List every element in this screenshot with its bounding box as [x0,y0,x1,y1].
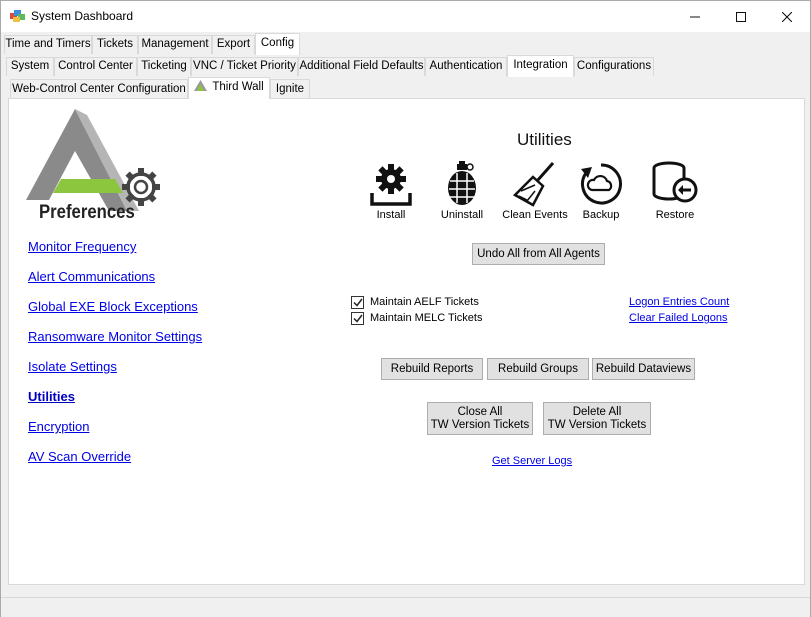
nav-encryption[interactable]: Encryption [28,419,89,434]
nav-isolate-settings[interactable]: Isolate Settings [28,359,117,374]
logon-entries-count-link[interactable]: Logon Entries Count [629,296,729,308]
tab-integration[interactable]: Integration [507,55,574,77]
tab-tickets[interactable]: Tickets [92,35,138,54]
install-tool[interactable]: Install [353,161,429,221]
tab-configurations[interactable]: Configurations [574,57,654,76]
get-server-logs-link[interactable]: Get Server Logs [492,455,572,467]
rebuild-groups-button[interactable]: Rebuild Groups [487,358,589,380]
rebuild-reports-button[interactable]: Rebuild Reports [381,358,483,380]
nav-ransomware-monitor-settings[interactable]: Ransomware Monitor Settings [28,329,202,344]
app-icon [10,10,25,22]
tab-third-wall-label: Third Wall [212,81,264,93]
restore-tool[interactable]: Restore [637,161,713,221]
tab-third-wall[interactable]: Third Wall [188,77,270,99]
checkmark-icon [352,298,363,307]
uninstall-tool[interactable]: Uninstall [424,161,500,221]
maximize-button[interactable] [718,1,764,32]
install-icon [370,164,412,206]
delete-all-label-line2: TW Version Tickets [547,418,647,431]
tab-config[interactable]: Config [255,33,300,55]
clear-failed-logons-link[interactable]: Clear Failed Logons [629,312,727,324]
nav-alert-communications[interactable]: Alert Communications [28,269,155,284]
nav-monitor-frequency[interactable]: Monitor Frequency [28,239,136,254]
gear-icon [122,168,160,206]
tab-vnc-ticket-priority[interactable]: VNC / Ticket Priority [191,57,298,76]
preferences-label: Preferences [39,202,135,223]
backup-label: Backup [582,209,620,221]
close-all-tw-tickets-button[interactable]: Close All TW Version Tickets [427,402,533,435]
delete-all-tw-tickets-button[interactable]: Delete All TW Version Tickets [543,402,651,435]
tab-web-control-center-configuration[interactable]: Web-Control Center Configuration [10,79,188,99]
close-all-label-line2: TW Version Tickets [430,418,530,431]
tab-additional-field-defaults[interactable]: Additional Field Defaults [298,57,425,76]
maintain-aelf-label: Maintain AELF Tickets [370,296,479,308]
close-button[interactable] [764,1,810,32]
minimize-button[interactable] [672,1,718,32]
undo-all-agents-button[interactable]: Undo All from All Agents [472,243,605,265]
tab-control-center[interactable]: Control Center [54,57,137,76]
grenade-icon [448,161,476,205]
utilities-heading: Utilities [517,130,572,149]
maintain-aelf-checkbox[interactable] [351,296,364,309]
restore-label: Restore [655,209,695,221]
broom-icon [513,162,555,207]
system-dashboard-window: System Dashboard Time and Timers Tickets… [0,0,811,617]
tab-authentication[interactable]: Authentication [425,57,507,76]
backup-tool[interactable]: Backup [563,161,639,221]
uninstall-label: Uninstall [440,209,484,221]
maintain-melc-label: Maintain MELC Tickets [370,312,483,324]
tab-ticketing[interactable]: Ticketing [137,57,191,76]
third-wall-icon [194,80,208,91]
close-all-label-line1: Close All [457,405,503,418]
title-bar: System Dashboard [1,1,810,32]
tab-ignite[interactable]: Ignite [270,79,310,99]
close-icon [782,11,792,22]
status-bar [1,597,810,617]
minimize-icon [690,16,700,17]
clean-events-tool[interactable]: Clean Events [497,161,573,221]
nav-av-scan-override[interactable]: AV Scan Override [28,449,131,464]
third-wall-panel: Preferences Monitor Frequency Alert Comm… [8,98,805,585]
maintain-melc-checkbox[interactable] [351,312,364,325]
rebuild-dataviews-button[interactable]: Rebuild Dataviews [592,358,695,380]
tab-system[interactable]: System [6,57,54,76]
nav-utilities[interactable]: Utilities [28,389,75,404]
window-title: System Dashboard [31,9,134,23]
clean-events-label: Clean Events [502,209,568,221]
tab-time-and-timers[interactable]: Time and Timers [4,35,92,54]
nav-global-exe-block-exceptions[interactable]: Global EXE Block Exceptions [28,299,198,314]
restore-icon [652,161,698,203]
tab-management[interactable]: Management [138,35,212,54]
maximize-icon [736,11,746,22]
delete-all-label-line1: Delete All [572,405,622,418]
tab-export[interactable]: Export [212,35,255,54]
backup-icon [581,163,622,205]
install-label: Install [376,209,406,221]
checkmark-icon [352,314,363,323]
